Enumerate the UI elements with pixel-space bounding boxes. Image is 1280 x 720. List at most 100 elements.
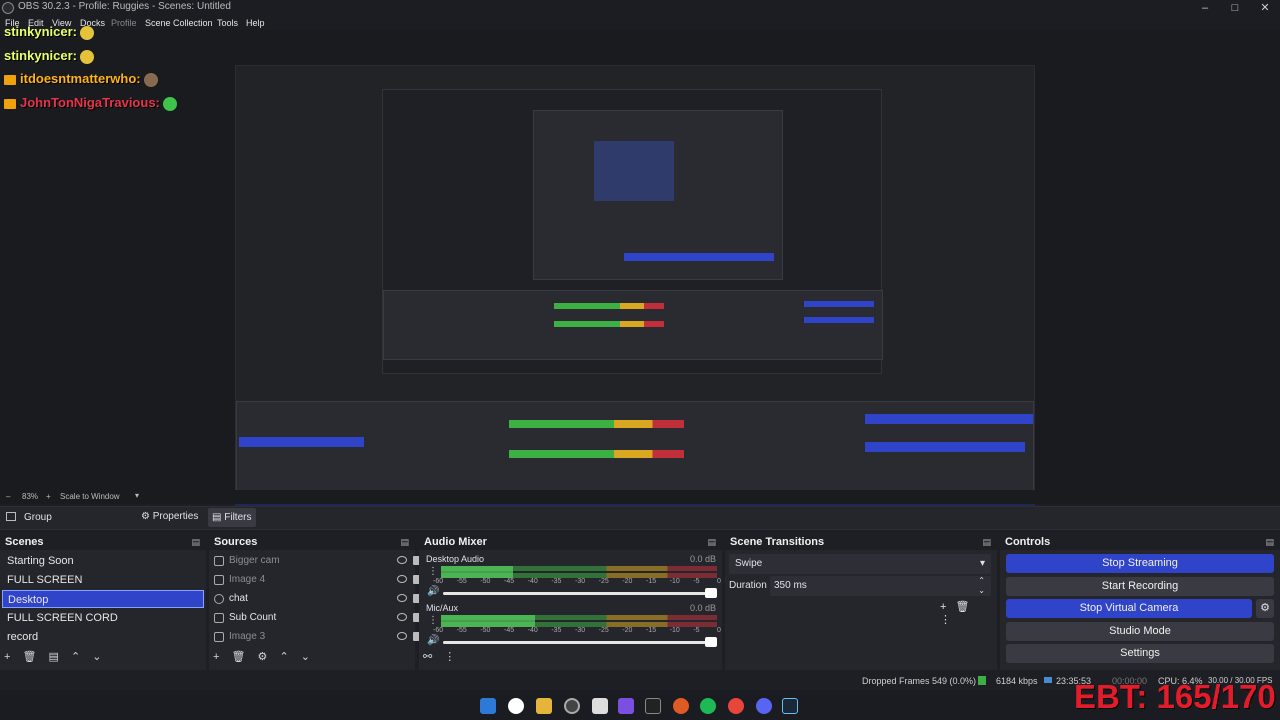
firefox-icon[interactable] [673,698,689,714]
speaker-icon[interactable]: 🔊 [427,586,439,597]
more-icon[interactable]: ⋮ [940,613,951,626]
duration-label: Duration [729,580,767,591]
image-icon [214,575,224,585]
properties-button[interactable]: ⚙ Properties [141,511,198,522]
eye-icon[interactable] [397,613,407,621]
scale-to-window[interactable]: Scale to Window [60,492,120,501]
volume-slider-handle[interactable] [705,588,717,598]
nested-meter [554,321,664,327]
source-item[interactable]: Image 3 [211,628,421,646]
stop-streaming-button[interactable]: Stop Streaming [1006,554,1274,573]
more-icon[interactable]: ⋮ [428,615,438,626]
tick-label: -25 [598,627,609,634]
dock-menu-icon[interactable]: ▤ [1265,534,1274,550]
move-up-icon[interactable]: ⌃ [279,650,288,663]
calculator-icon[interactable] [618,698,634,714]
speaker-icon[interactable]: 🔊 [427,635,439,646]
volume-slider[interactable] [443,592,711,595]
eye-hidden-icon[interactable] [397,575,407,583]
next-icon[interactable] [645,698,661,714]
tick-label: -5 [693,578,700,585]
capcut-icon[interactable] [592,698,608,714]
add-icon[interactable]: + [4,651,10,663]
eye-icon[interactable] [397,594,407,602]
obs-icon[interactable] [564,698,580,714]
preview-canvas [235,65,1035,515]
scene-item[interactable]: Starting Soon [2,552,204,570]
trash-icon[interactable]: 🗑 [955,600,969,613]
tick-label: -35 [551,627,562,634]
chevron-down-icon[interactable]: ▾ [135,491,139,500]
move-down-icon[interactable]: ⌄ [92,650,101,663]
filter-icon[interactable]: ▤ [49,650,59,663]
trash-icon[interactable]: 🗑 [23,650,37,663]
tick-label: -60 [433,627,444,634]
add-icon[interactable]: + [213,651,219,663]
scene-item[interactable]: FULL SCREEN CORD [2,609,204,627]
stop-virtual-camera-button[interactable]: Stop Virtual Camera [1006,599,1252,618]
eye-hidden-icon[interactable] [397,632,407,640]
chrome-icon[interactable] [508,698,524,714]
volume-slider-handle[interactable] [705,637,717,647]
crown-badge-icon [4,98,16,109]
nested-capture-2 [533,110,783,280]
menu-scene-collection[interactable]: Scene Collection [145,16,213,30]
source-item[interactable]: chat [211,590,421,608]
tick-label: -5 [693,627,700,634]
scene-transitions-dock: Scene Transitions ▤ Swipe ▾ Duration 350 m… [725,534,997,670]
start-recording-button[interactable]: Start Recording [1006,577,1274,596]
eye-hidden-icon[interactable] [397,556,407,564]
link-icon[interactable]: ⚯ [423,650,432,663]
volume-slider[interactable] [443,641,711,644]
dock-menu-icon[interactable]: ▤ [707,534,716,550]
steam-icon[interactable] [782,698,798,714]
menu-tools[interactable]: Tools [217,16,238,30]
spotify-icon[interactable] [700,698,716,714]
more-icon[interactable]: ⋮ [428,566,438,577]
nested-taskbar [624,253,774,261]
zoom-level[interactable]: 83% [22,492,38,501]
zoom-out-button[interactable]: – [6,492,10,501]
source-item[interactable]: Image 4 [211,571,421,589]
zoom-in-button[interactable]: + [46,492,51,501]
dock-menu-icon[interactable]: ▤ [400,534,409,550]
discord-icon[interactable] [756,698,772,714]
transition-select[interactable]: Swipe ▾ [729,554,991,574]
preview-area[interactable]: stinkynicer: stinkynicer: itdoesntmatter… [0,24,1280,515]
filters-button[interactable]: ▤ Filters [208,508,256,527]
dock-menu-icon[interactable]: ▤ [191,534,200,550]
add-icon[interactable]: + [940,601,946,613]
sources-dock: Sources ▤ Bigger cam Image 4 chat Sub Cou… [209,534,421,670]
scene-item-selected[interactable]: Desktop [2,590,204,608]
chat-message: JohnTonNigaTravious: [4,95,177,111]
minimize-button[interactable]: – [1190,0,1220,16]
studio-mode-button[interactable]: Studio Mode [1006,622,1274,641]
meter-level [441,615,535,627]
windows-start-icon[interactable] [480,698,496,714]
more-icon[interactable]: ⋮ [444,650,455,663]
meter-ticks: -60 -55 -50 -45 -40 -35 -30 -25 -20 -15 -10 -5 0 [433,578,721,586]
scenes-dock: Scenes ▤ Starting Soon FULL SCREEN Deskto… [0,534,206,670]
settings-button[interactable]: Settings [1006,644,1274,663]
gear-icon[interactable]: ⚙ [258,650,268,663]
source-item[interactable]: Sub Count [211,609,421,627]
tick-label: -30 [575,578,586,585]
menu-profile[interactable]: Profile [111,16,137,30]
scene-item[interactable]: record [2,628,204,646]
folder-icon[interactable] [536,698,552,714]
nested-selected-scene [239,437,364,447]
source-item[interactable]: Bigger cam [211,552,421,570]
trash-icon[interactable]: 🗑 [232,650,246,663]
duration-input[interactable]: 350 ms ⌃ ⌄ [770,576,991,596]
move-down-icon[interactable]: ⌄ [301,650,310,663]
maximize-button[interactable]: □ [1220,0,1250,16]
close-button[interactable]: ✕ [1250,0,1280,16]
virtual-camera-settings-icon[interactable]: ⚙ [1256,599,1274,618]
scene-item[interactable]: FULL SCREEN [2,571,204,589]
folder-icon [6,512,16,521]
dock-menu-icon[interactable]: ▤ [982,534,991,550]
spin-icon[interactable]: ⌃ ⌄ [978,576,985,596]
chrome-alt-icon[interactable] [728,698,744,714]
move-up-icon[interactable]: ⌃ [71,650,80,663]
menu-help[interactable]: Help [246,16,265,30]
